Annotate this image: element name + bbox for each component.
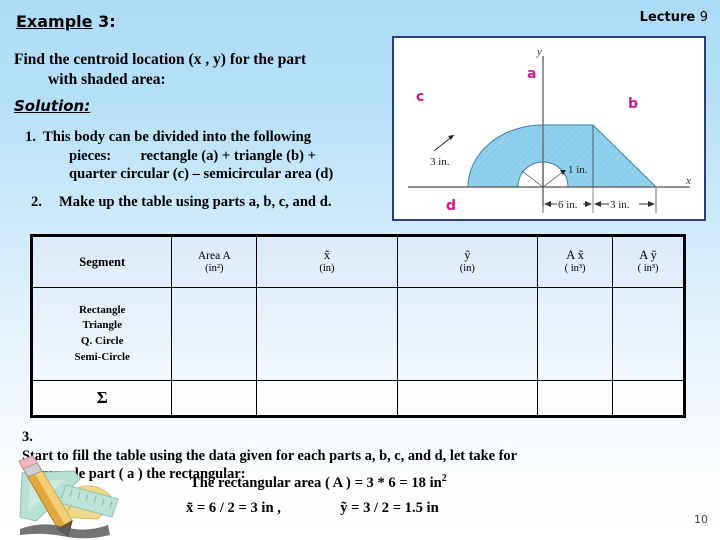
formula-ybar: ỹ = 3 / 2 = 1.5 in bbox=[340, 500, 439, 516]
stationery-clipart bbox=[18, 455, 119, 539]
centroid-figure: x y a b c d 3 in. 1 in. 6 in. 3 in. bbox=[392, 36, 706, 221]
segment-name-triangle: Triangle bbox=[82, 319, 122, 332]
dim-right: 3 in. bbox=[610, 199, 630, 211]
dim-arrow-right-left bbox=[594, 201, 601, 207]
table-header-xbar-main: x̃ bbox=[323, 248, 331, 263]
region-label-a: a bbox=[527, 66, 536, 82]
formula-area-exponent: 2 bbox=[441, 473, 447, 484]
region-label-d: d bbox=[446, 198, 456, 214]
problem-statement: Find the centroid location (x , y) for t… bbox=[14, 50, 374, 89]
sum-cell-area[interactable] bbox=[171, 379, 258, 418]
dim-arrow-base-right bbox=[585, 201, 592, 207]
step-1-line3: quarter circular (c) – semicircular area… bbox=[69, 166, 334, 183]
problem-statement-line2: with shaded area: bbox=[48, 70, 166, 88]
formula-area-text: The rectangular area ( A ) = 3 * 6 = 18 … bbox=[190, 474, 442, 491]
table-row: Rectangle Triangle Q. Circle Semi-Circle bbox=[30, 287, 685, 381]
table-header-xbar-unit: (in) bbox=[319, 263, 335, 275]
region-label-b: b bbox=[628, 96, 638, 112]
step-item-1: 1. This body can be divided into the fol… bbox=[10, 128, 392, 184]
step-2-number: 2. bbox=[31, 194, 42, 211]
page-title: Example 3: bbox=[16, 12, 116, 31]
table-header-xbar: x̃ (in) bbox=[256, 234, 398, 289]
centroid-table-wrapper: Segment Area A (in²) x̃ (in) ỹ (in) A x… bbox=[30, 234, 686, 418]
formula-area: The rectangular area ( A ) = 3 * 6 = 18 … bbox=[190, 473, 447, 492]
cell-aybar[interactable] bbox=[612, 287, 685, 381]
step-item-2: 2. Make up the table using parts a, b, c… bbox=[10, 193, 392, 212]
step-1-body: This body can be divided into the follow… bbox=[43, 128, 392, 184]
sum-cell-ybar[interactable] bbox=[396, 379, 539, 418]
y-axis-label: y bbox=[536, 46, 542, 58]
table-header-area: Area A (in²) bbox=[171, 234, 258, 289]
table-sum-row: Σ bbox=[30, 379, 685, 418]
dim-radius-inner: 1 in. bbox=[568, 164, 588, 176]
sum-cell-xbar[interactable] bbox=[256, 379, 398, 418]
cell-xbar[interactable] bbox=[256, 287, 398, 381]
table-header-ybar: ỹ (in) bbox=[396, 234, 539, 289]
example-number: 3: bbox=[98, 12, 116, 31]
table-header-aybar-main: A ỹ bbox=[639, 248, 657, 263]
table-header-area-unit: (in²) bbox=[205, 262, 224, 274]
step-1-line2: pieces: rectangle (a) + triangle (b) + bbox=[69, 147, 316, 164]
lecture-number: 9 bbox=[699, 10, 708, 25]
solution-heading: Solution: bbox=[14, 97, 91, 115]
region-label-c: c bbox=[416, 89, 424, 105]
table-header-segment: Segment bbox=[30, 234, 173, 289]
dim-arrow-base-left bbox=[544, 201, 551, 207]
problem-statement-line1: Find the centroid location (x , y) for t… bbox=[14, 51, 307, 68]
lecture-label-text: Lecture bbox=[639, 10, 696, 25]
solution-steps: 1. This body can be divided into the fol… bbox=[10, 128, 392, 212]
cell-ybar[interactable] bbox=[396, 287, 539, 381]
formula-centroid-coords: x̃ = 6 / 2 = 3 in , ỹ = 3 / 2 = 1.5 in bbox=[186, 500, 439, 517]
slide-canvas: Lecture 9 Example 3: Find the centroid l… bbox=[0, 0, 720, 540]
sum-cell-axbar[interactable] bbox=[537, 379, 614, 418]
table-header-aybar: A ỹ ( in³) bbox=[612, 234, 685, 289]
step-1-number: 1. bbox=[25, 129, 36, 145]
table-header-axbar-main: A x̃ bbox=[566, 248, 584, 263]
lecture-label: Lecture 9 bbox=[640, 10, 708, 25]
centroid-figure-svg: x y a b c d 3 in. 1 in. 6 in. 3 in. bbox=[408, 46, 691, 214]
table-header-aybar-unit: ( in³) bbox=[637, 263, 659, 275]
dim-base: 6 in. bbox=[558, 199, 578, 211]
dim-arrow-right-right bbox=[648, 201, 655, 207]
step-3-number: 3. bbox=[22, 429, 33, 445]
dim-radius-outer: 3 in. bbox=[430, 156, 450, 168]
x-axis-label: x bbox=[685, 175, 691, 187]
table-header-row: Segment Area A (in²) x̃ (in) ỹ (in) A x… bbox=[30, 234, 685, 289]
table-header-ybar-unit: (in) bbox=[459, 263, 475, 275]
table-header-ybar-main: ỹ bbox=[464, 248, 471, 263]
segment-name-list: Rectangle Triangle Q. Circle Semi-Circle bbox=[30, 287, 173, 381]
table-header-axbar: A x̃ ( in³) bbox=[537, 234, 614, 289]
cell-area[interactable] bbox=[171, 287, 258, 381]
segment-name-semi-circle: Semi-Circle bbox=[74, 350, 130, 363]
formula-xbar: x̃ = 6 / 2 = 3 in , bbox=[186, 500, 281, 516]
table-header-area-main: Area A bbox=[197, 249, 231, 262]
sum-label: Σ bbox=[30, 379, 173, 418]
centroid-table: Segment Area A (in²) x̃ (in) ỹ (in) A x… bbox=[30, 234, 686, 418]
cell-axbar[interactable] bbox=[537, 287, 614, 381]
step-2-body: Make up the table using parts a, b, c, a… bbox=[59, 194, 332, 211]
table-header-axbar-unit: ( in³) bbox=[564, 263, 586, 275]
sum-cell-aybar[interactable] bbox=[612, 379, 685, 418]
step-1-line1: This body can be divided into the follow… bbox=[43, 129, 312, 145]
page-number: 10 bbox=[694, 513, 708, 526]
segment-name-quarter-circle: Q. Circle bbox=[80, 335, 124, 348]
example-word: Example bbox=[16, 12, 93, 31]
segment-name-rectangle: Rectangle bbox=[78, 303, 126, 316]
